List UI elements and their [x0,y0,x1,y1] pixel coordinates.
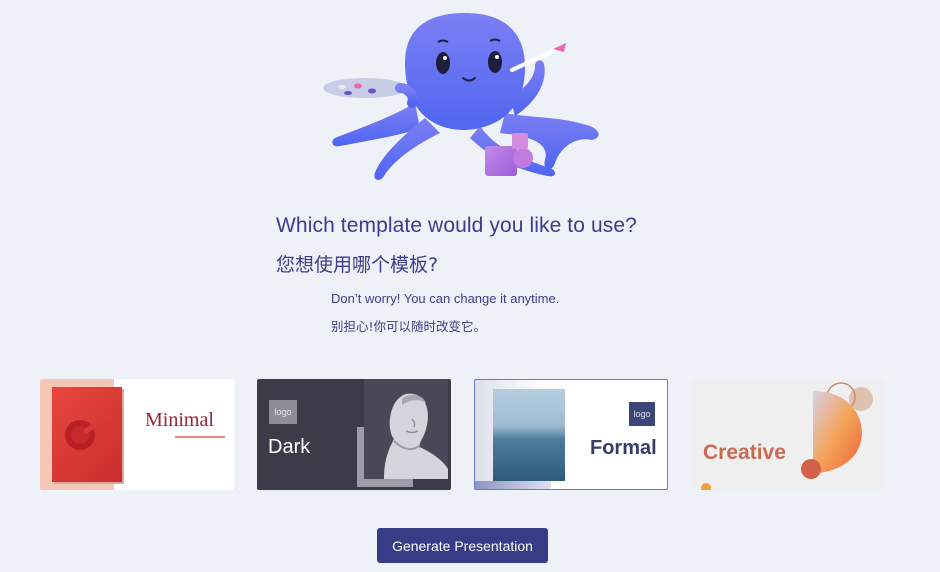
question-heading-zh: 您想使用哪个模板? [276,254,439,276]
paint-palette-icon [323,78,418,108]
minimal-thumbnail-image [52,387,122,482]
template-card-minimal[interactable]: Minimal [40,379,234,490]
hint-text: Don’t worry! You can change it anytime. [331,291,560,306]
accent-dot [701,483,711,490]
template-title: Minimal [145,409,214,431]
template-card-dark[interactable]: logo Dark [257,379,451,490]
ocean-photo [493,389,565,481]
template-card-creative[interactable]: Creative [691,379,885,490]
template-title: Dark [268,436,311,458]
octopus-mascot-illustration [320,8,610,188]
title-underline [175,436,225,438]
generate-presentation-button[interactable]: Generate Presentation [377,528,548,563]
logo-placeholder: logo [269,400,297,424]
question-heading: Which template would you like to use? [276,214,637,237]
statue-image [364,379,448,479]
template-title: Formal [590,437,657,459]
template-title: Creative [703,441,786,464]
logo-placeholder: logo [629,402,655,426]
card-accent-bar [475,481,551,489]
template-card-formal[interactable]: logo Formal [474,379,668,490]
gradient-shapes-decoration [801,382,873,479]
hint-text-zh: 别担心!你可以随时改变它。 [331,319,487,334]
